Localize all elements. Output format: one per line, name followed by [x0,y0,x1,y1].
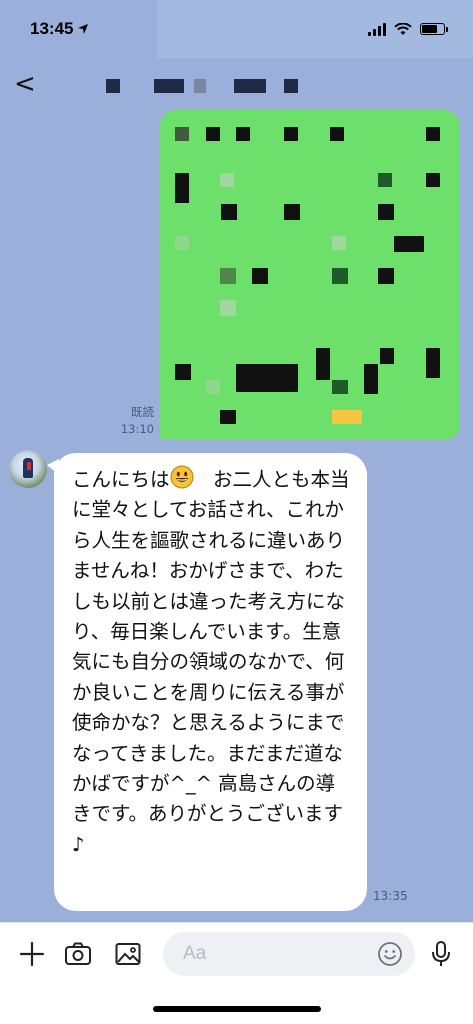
read-label: 既読 [131,405,154,419]
status-time: 13:45 [30,19,89,39]
status-bar: 13:45 [0,0,473,58]
chat-header: < [0,58,473,110]
wifi-icon [394,22,412,35]
smiling-face-icon [170,465,194,489]
received-time: 13:35 [373,889,408,903]
message-greeting-rest: お二人とも [193,468,311,491]
message-input[interactable]: Aa [163,932,415,976]
back-button[interactable]: < [14,69,44,99]
location-arrow-icon [78,24,89,34]
status-icons [368,22,448,36]
message-greeting: こんにちは [72,468,170,491]
camera-icon[interactable] [63,939,93,969]
emoji-icon[interactable] [377,941,403,967]
sent-time: 13:10 [120,422,154,436]
battery-icon [420,23,448,35]
avatar[interactable] [9,450,47,488]
clock-text: 13:45 [30,19,74,38]
image-icon[interactable] [113,939,143,969]
received-message-bubble[interactable]: こんにちは お二人とも本当に堂々としてお話され、これから人生を謳歌されるに違いあ… [47,453,367,911]
home-indicator [153,1006,321,1012]
message-input-placeholder: Aa [183,943,207,964]
sent-image-message[interactable] [160,110,460,440]
sent-read-meta: 既読 13:10 [104,404,154,438]
microphone-icon[interactable] [426,939,456,969]
message-body: 本当に堂々としてお話され、これから人生を謳歌されるに違いありませんね！おかげさま… [72,468,350,856]
received-message-text: こんにちは お二人とも本当に堂々としてお話され、これから人生を謳歌されるに違いあ… [72,465,353,860]
plus-icon[interactable] [17,939,47,969]
signal-icon [368,22,386,36]
pixelated-chat-title [58,69,438,99]
pixelated-image [160,110,460,440]
